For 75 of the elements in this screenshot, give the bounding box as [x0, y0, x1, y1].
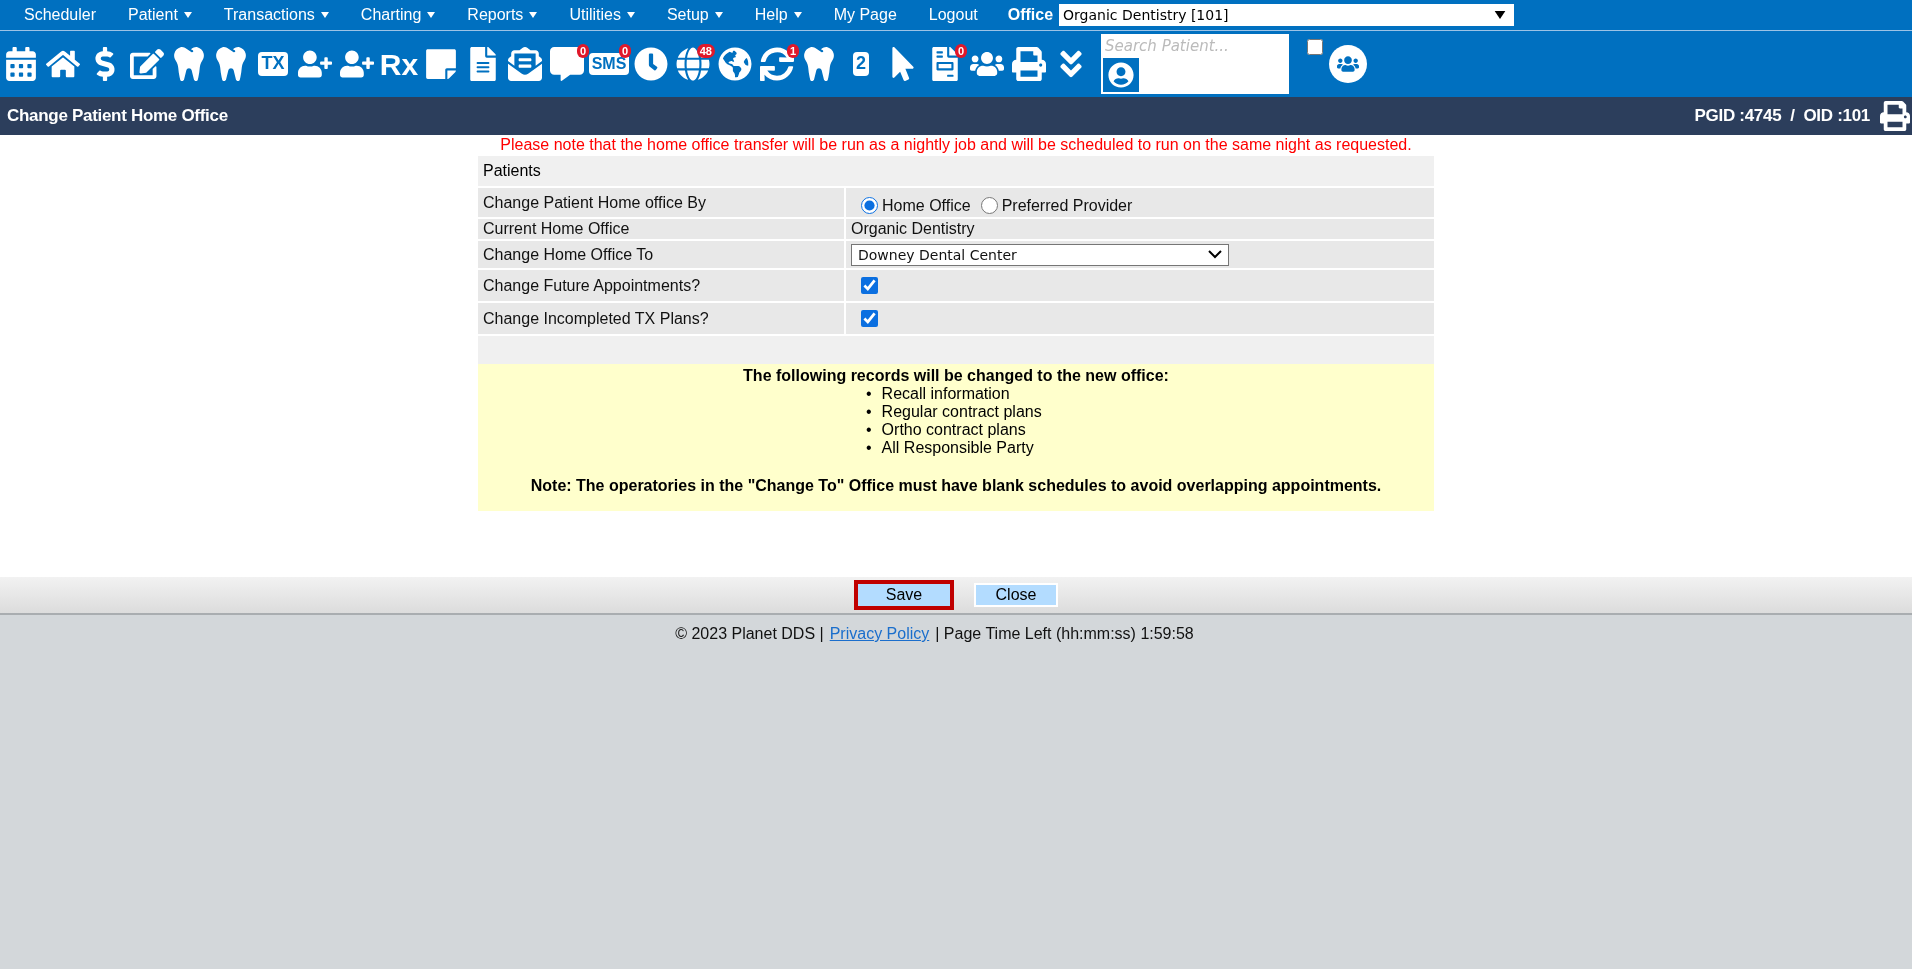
info-heading: The following records will be changed to the new office:	[743, 367, 1169, 385]
count-badge: 1	[786, 44, 799, 58]
field-label: Change Home Office To	[478, 241, 844, 268]
menu-item[interactable]: Help	[738, 6, 818, 24]
tooth-icon[interactable]	[172, 47, 206, 81]
clock-icon[interactable]	[634, 47, 668, 81]
calendar-icon[interactable]	[4, 47, 38, 81]
checkbox[interactable]	[861, 310, 878, 327]
notice-text: Please note that the home office transfer will be run as a nightly job and will be scheduled to run on the same night as requested.	[500, 135, 1412, 155]
patient-search-field[interactable]: Search Patient...	[1101, 34, 1289, 58]
office-dropdown[interactable]: Downey Dental Center	[851, 243, 1229, 266]
tooth-number-button[interactable]: 2	[853, 52, 869, 76]
chat-icon[interactable]	[550, 47, 584, 81]
field-label: Current Home Office	[478, 219, 844, 239]
count-badge: 48	[696, 44, 715, 58]
group-icon	[1337, 53, 1359, 75]
user-icon	[1108, 62, 1134, 88]
globe-icon[interactable]	[676, 47, 710, 81]
radio-label: Preferred Provider	[1001, 196, 1133, 215]
bullet: •	[866, 421, 872, 439]
sync-icon[interactable]	[760, 47, 794, 81]
group-search-button[interactable]	[1329, 45, 1367, 83]
edit-icon[interactable]	[130, 47, 164, 81]
checkbox[interactable]	[1307, 39, 1323, 55]
list-item: Regular contract plans	[881, 403, 1042, 421]
close-button[interactable]: Close	[974, 583, 1058, 607]
list-item: Recall information	[881, 385, 1010, 403]
list-item: All Responsible Party	[881, 439, 1034, 457]
menu-item[interactable]: Transactions	[207, 6, 345, 24]
menu-item[interactable]: Patient	[112, 6, 208, 24]
caret-icon	[1494, 11, 1507, 19]
radio-button[interactable]	[980, 197, 998, 214]
page-title: Change Patient Home Office	[7, 106, 228, 126]
bullet: •	[866, 385, 872, 403]
tx-button[interactable]: TX	[258, 52, 288, 76]
office-label: Office	[1007, 6, 1054, 24]
rx-button[interactable]: Rx	[379, 47, 419, 81]
time-left-text: | Page Time Left (hh:mm:ss) 1:59:58	[935, 625, 1194, 643]
office-select[interactable]: Organic Dentistry [101]	[1059, 4, 1515, 26]
list-item: Ortho contract plans	[881, 421, 1026, 439]
add-user-icon[interactable]	[298, 47, 332, 81]
menu-item[interactable]: Scheduler	[8, 6, 113, 24]
menu-item[interactable]: Utilities	[553, 6, 651, 24]
add-user-icon[interactable]	[340, 47, 374, 81]
menu-item[interactable]: My Page	[817, 6, 913, 24]
menu-item[interactable]: Logout	[912, 6, 994, 24]
bullet: •	[866, 439, 872, 457]
copyright-text: © 2023 Planet DDS |	[675, 625, 824, 643]
field-label: Change Future Appointments?	[478, 270, 844, 301]
count-badge: 0	[954, 44, 967, 58]
ids-text: PGID :4745 / OID :101	[1694, 106, 1870, 126]
menu-item[interactable]: Reports	[451, 6, 554, 24]
search-patient-button[interactable]	[1103, 58, 1139, 92]
field-label: Change Incompleted TX Plans?	[478, 303, 844, 334]
privacy-policy-link[interactable]: Privacy Policy	[829, 625, 930, 643]
globe-icon[interactable]	[718, 47, 752, 81]
tooth-icon[interactable]	[214, 47, 248, 81]
printer-icon[interactable]	[1012, 47, 1046, 81]
count-badge: 0	[618, 44, 631, 58]
field-value: Organic Dentistry	[846, 219, 1434, 239]
printer-icon[interactable]	[1880, 101, 1910, 131]
chevron-icon	[1208, 250, 1222, 259]
section-header: Patients	[478, 156, 1434, 186]
radio-button[interactable]	[861, 197, 878, 214]
field-label: Change Patient Home office By	[478, 188, 844, 217]
tooth-icon[interactable]	[802, 47, 836, 81]
checkbox[interactable]	[861, 277, 878, 294]
note-icon[interactable]	[424, 47, 458, 81]
menu-item[interactable]: Charting	[344, 6, 452, 24]
info-note: Note: The operatories in the "Change To" Office must have blank schedules to avoid overlapping appointments.	[530, 477, 1382, 495]
mail-icon[interactable]	[508, 47, 542, 81]
radio-label: Home Office	[882, 196, 971, 215]
menu-item[interactable]: Setup	[650, 6, 739, 24]
save-button[interactable]: Save	[854, 580, 954, 610]
bullet: •	[866, 403, 872, 421]
